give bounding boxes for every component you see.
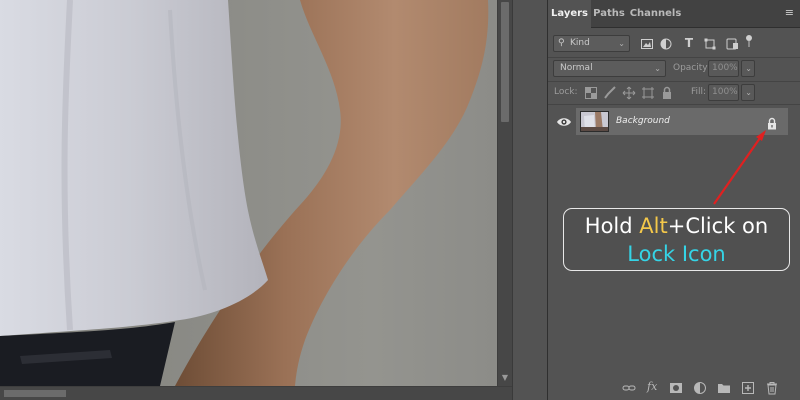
smart-object-filter-icon[interactable]: [725, 37, 739, 51]
panel-menu-icon[interactable]: ≡: [785, 7, 794, 18]
adjustment-icon[interactable]: [693, 381, 707, 395]
opacity-input[interactable]: 100%: [708, 60, 739, 77]
type-layer-filter-icon[interactable]: T: [682, 36, 696, 50]
opacity-dropdown[interactable]: ⌄: [741, 60, 755, 77]
tab-layers[interactable]: Layers: [548, 0, 591, 29]
chevron-down-icon: ⌄: [745, 64, 752, 73]
layer-thumbnail: [580, 111, 609, 132]
vertical-scrollbar[interactable]: ▼: [497, 0, 512, 386]
annotation-arrow: [713, 130, 766, 205]
fill-dropdown[interactable]: ⌄: [741, 84, 755, 101]
separator: [548, 104, 800, 105]
lock-transparent-pixels-icon[interactable]: [584, 86, 598, 100]
filter-kind-select[interactable]: ⚲ Kind ⌄: [553, 35, 630, 52]
layers-panel-footer: fx: [548, 378, 800, 400]
tab-channels[interactable]: Channels: [628, 0, 683, 28]
chevron-down-icon: ⌄: [745, 88, 752, 97]
horizontal-scrollbar[interactable]: [0, 386, 512, 400]
horizontal-scroll-thumb[interactable]: [4, 390, 66, 397]
opacity-label: Opacity:: [673, 63, 710, 73]
new-layer-icon[interactable]: [741, 381, 755, 395]
separator: [548, 81, 800, 82]
blend-mode-select[interactable]: Normal ⌄: [553, 60, 666, 77]
tab-paths[interactable]: Paths: [591, 0, 627, 28]
callout-text-hold: Hold: [584, 214, 640, 238]
mask-icon[interactable]: [669, 381, 683, 395]
callout-text-lock-icon: Lock Icon: [627, 242, 726, 266]
callout-line-1: Hold Alt+Click on: [564, 212, 789, 240]
canvas-photo: [0, 0, 489, 386]
separator: [548, 57, 800, 58]
layer-visibility-eye-icon[interactable]: [556, 114, 572, 128]
layer-name[interactable]: Background: [616, 108, 670, 135]
fill-value: 100%: [712, 87, 738, 97]
lock-image-pixels-icon[interactable]: [603, 86, 617, 100]
link-icon[interactable]: [622, 381, 636, 395]
folder-icon[interactable]: [717, 381, 731, 395]
fx-icon[interactable]: fx: [647, 380, 657, 393]
pixel-layer-filter-icon[interactable]: [640, 37, 654, 51]
chevron-down-icon: ⌄: [654, 64, 661, 73]
fill-label: Fill:: [691, 87, 707, 97]
search-icon: ⚲: [558, 38, 565, 48]
callout-text-click-on: +Click on: [667, 214, 769, 238]
instruction-callout: Hold Alt+Click on Lock Icon: [563, 208, 790, 271]
chevron-down-icon: ⌄: [618, 39, 625, 48]
scroll-down-arrow-icon[interactable]: ▼: [500, 374, 510, 382]
panel-tab-bar: Layers Paths Channels ≡: [548, 0, 800, 29]
lock-position-icon[interactable]: [622, 86, 636, 100]
callout-text-alt: Alt: [639, 214, 668, 238]
adjustment-layer-filter-icon[interactable]: [659, 37, 673, 51]
lock-artboard-icon[interactable]: [641, 86, 655, 100]
lock-all-icon[interactable]: [660, 86, 674, 100]
filter-kind-label: Kind: [570, 38, 590, 48]
trash-icon[interactable]: [765, 381, 779, 395]
panel-dock-gutter: [512, 0, 548, 400]
fill-input[interactable]: 100%: [708, 84, 739, 101]
filter-toggle-icon[interactable]: [745, 34, 753, 48]
lock-label: Lock:: [554, 87, 578, 97]
blend-mode-value: Normal: [560, 63, 593, 73]
document-canvas[interactable]: [0, 0, 497, 386]
opacity-value: 100%: [712, 63, 738, 73]
shape-layer-filter-icon[interactable]: [703, 37, 717, 51]
vertical-scroll-thumb[interactable]: [501, 2, 509, 122]
